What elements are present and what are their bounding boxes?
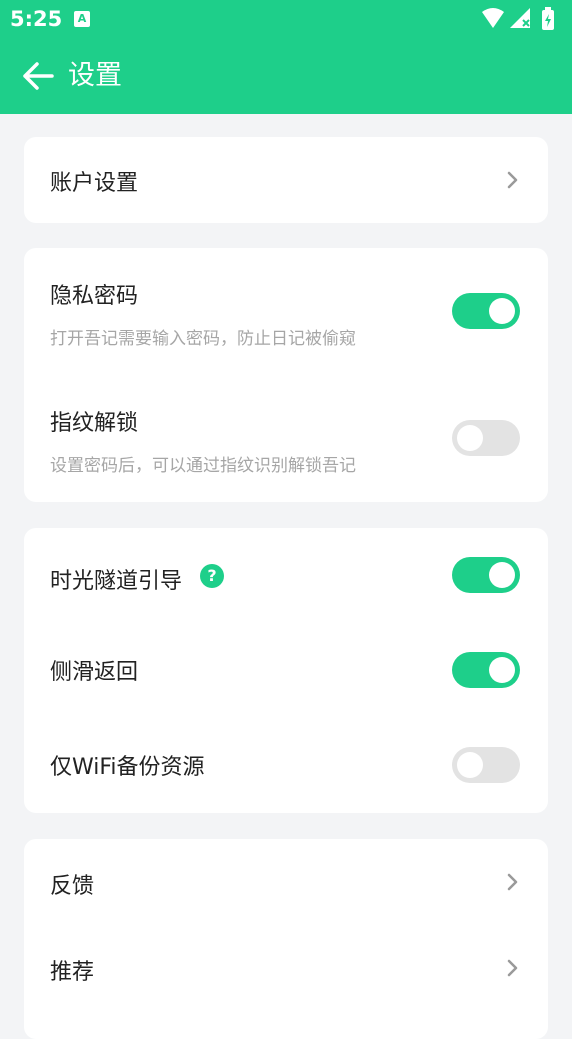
- page-title: 设置: [68, 60, 122, 91]
- chevron-right-icon: [507, 171, 518, 189]
- toggle-knob: [489, 657, 515, 683]
- privacy-password-desc: 打开吾记需要输入密码，防止日记被偷窥: [50, 329, 356, 349]
- chevron-right-icon: [507, 873, 518, 891]
- recommend-row[interactable]: 推荐: [24, 925, 548, 1011]
- status-time: 5:25: [10, 7, 63, 31]
- back-arrow-icon[interactable]: [20, 58, 56, 94]
- signal-icon: [510, 8, 530, 28]
- swipe-back-label: 侧滑返回: [50, 660, 139, 685]
- app-bar: 5:25 A 设置: [0, 0, 572, 114]
- wifi-icon: [482, 8, 504, 28]
- tunnel-guide-row: 时光隧道引导 ?: [24, 528, 548, 624]
- wifi-backup-label: 仅WiFi备份资源: [50, 755, 205, 780]
- battery-icon: [542, 7, 554, 30]
- tunnel-guide-label: 时光隧道引导: [50, 569, 183, 594]
- recommend-label: 推荐: [50, 960, 95, 985]
- fingerprint-unlock-toggle[interactable]: [452, 420, 520, 456]
- fingerprint-unlock-desc: 设置密码后，可以通过指纹识别解锁吾记: [50, 456, 356, 476]
- swipe-back-row: 侧滑返回: [24, 624, 548, 719]
- tunnel-guide-toggle[interactable]: [452, 557, 520, 593]
- swipe-back-toggle[interactable]: [452, 652, 520, 688]
- toggle-knob: [489, 562, 515, 588]
- wifi-backup-toggle[interactable]: [452, 747, 520, 783]
- chevron-right-icon: [507, 959, 518, 977]
- fingerprint-unlock-label: 指纹解锁: [50, 411, 139, 436]
- feedback-label: 反馈: [50, 874, 95, 899]
- fingerprint-unlock-row: 指纹解锁 设置密码后，可以通过指纹识别解锁吾记: [24, 375, 548, 502]
- account-settings-row[interactable]: 账户设置: [24, 137, 548, 223]
- status-icons: [482, 7, 554, 30]
- toolbar: 设置: [0, 44, 572, 110]
- privacy-password-toggle[interactable]: [452, 293, 520, 329]
- toggle-knob: [457, 425, 483, 451]
- notification-icon: A: [74, 11, 90, 27]
- help-icon[interactable]: ?: [200, 564, 224, 588]
- security-card: 隐私密码 打开吾记需要输入密码，防止日记被偷窥 指纹解锁 设置密码后，可以通过指…: [24, 248, 548, 502]
- account-card: 账户设置: [24, 137, 548, 223]
- misc-card: 反馈 推荐: [24, 839, 548, 1039]
- account-settings-label: 账户设置: [50, 171, 139, 196]
- privacy-password-row: 隐私密码 打开吾记需要输入密码，防止日记被偷窥: [24, 248, 548, 375]
- wifi-backup-row: 仅WiFi备份资源: [24, 719, 548, 813]
- privacy-password-label: 隐私密码: [50, 284, 139, 309]
- toggle-knob: [489, 298, 515, 324]
- preferences-card: 时光隧道引导 ? 侧滑返回 仅WiFi备份资源: [24, 528, 548, 813]
- status-bar: 5:25 A: [0, 0, 572, 38]
- feedback-row[interactable]: 反馈: [24, 839, 548, 925]
- toggle-knob: [457, 752, 483, 778]
